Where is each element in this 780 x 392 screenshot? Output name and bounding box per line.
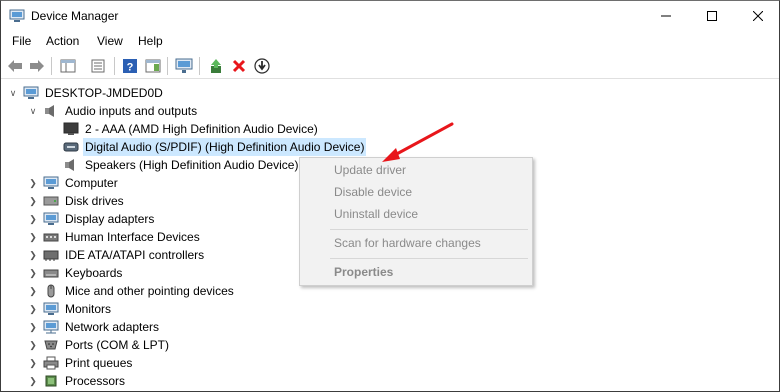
audio-device-label: 2 - AAA (AMD High Definition Audio Devic… — [85, 122, 318, 136]
expand-chevron-icon[interactable]: ❯ — [27, 228, 39, 246]
expand-chevron-icon[interactable]: ❯ — [27, 174, 39, 192]
monitor-icon[interactable] — [175, 57, 193, 75]
collapse-chevron-icon[interactable]: ∨ — [7, 84, 19, 102]
expand-chevron-icon[interactable]: ❯ — [27, 336, 39, 354]
category-label: Computer — [65, 176, 118, 190]
help-icon[interactable]: ? — [121, 57, 139, 75]
mouse-icon — [43, 284, 59, 298]
category-row[interactable]: ❯ Human Interface Devices — [27, 228, 202, 246]
context-menu: Update driver Disable device Uninstall d… — [299, 157, 533, 286]
human-interface-device-icon — [43, 230, 59, 244]
uninstall-device-menu-item[interactable]: Uninstall device — [334, 207, 418, 221]
forward-icon[interactable] — [28, 57, 46, 75]
network-adapter-icon — [43, 320, 59, 334]
tree-root-row[interactable]: ∨ DESKTOP-JMDED0D — [7, 84, 165, 102]
collapse-chevron-icon[interactable]: ∨ — [27, 102, 39, 120]
speaker-icon — [63, 158, 79, 172]
audio-device-row-selected[interactable]: Digital Audio (S/PDIF) (High Definition … — [63, 138, 367, 156]
keyboard-icon — [43, 266, 59, 280]
category-row[interactable]: ❯ Computer — [27, 174, 120, 192]
printer-icon — [43, 356, 59, 370]
ide-controller-icon — [43, 248, 59, 262]
category-label: Display adapters — [65, 212, 155, 226]
category-label: Disk drives — [65, 194, 124, 208]
menu-bar: File Action View Help — [1, 31, 779, 53]
category-row[interactable]: ❯ IDE ATA/ATAPI controllers — [27, 246, 206, 264]
show-hide-console-tree-icon[interactable] — [59, 57, 77, 75]
expand-chevron-icon[interactable]: ❯ — [27, 354, 39, 372]
svg-text:?: ? — [127, 62, 134, 74]
expand-chevron-icon[interactable]: ❯ — [27, 318, 39, 336]
category-row[interactable]: ❯ Monitors — [27, 300, 113, 318]
download-arrow-icon[interactable] — [253, 57, 271, 75]
speaker-icon — [43, 104, 59, 118]
digital-audio-icon — [63, 140, 79, 154]
category-label: Ports (COM & LPT) — [65, 338, 170, 352]
audio-device-row[interactable]: 2 - AAA (AMD High Definition Audio Devic… — [63, 120, 320, 138]
expand-chevron-icon[interactable]: ❯ — [27, 192, 39, 210]
menu-view[interactable]: View — [97, 34, 123, 48]
audio-device-label: Digital Audio (S/PDIF) (High Definition … — [83, 138, 367, 156]
expand-chevron-icon[interactable]: ❯ — [27, 210, 39, 228]
audio-device-label: Speakers (High Definition Audio Device) — [85, 158, 299, 172]
category-label: Human Interface Devices — [65, 230, 200, 244]
minimize-button[interactable] — [643, 1, 689, 31]
expand-chevron-icon[interactable]: ❯ — [27, 300, 39, 318]
category-row[interactable]: ❯ Network adapters — [27, 318, 161, 336]
uninstall-device-icon[interactable] — [230, 57, 248, 75]
expand-chevron-icon[interactable]: ❯ — [27, 264, 39, 282]
window-title: Device Manager — [31, 9, 119, 23]
category-label: IDE ATA/ATAPI controllers — [65, 248, 205, 262]
back-icon[interactable] — [6, 57, 24, 75]
properties-icon[interactable] — [89, 57, 107, 75]
computer-icon — [23, 86, 39, 100]
menu-help[interactable]: Help — [138, 34, 163, 48]
category-label: Processors — [65, 374, 126, 388]
update-driver-icon[interactable] — [207, 57, 225, 75]
monitor-device-icon — [63, 122, 79, 136]
menu-separator — [330, 229, 528, 230]
category-row[interactable]: ❯ Display adapters — [27, 210, 156, 228]
toolbar: ? — [1, 53, 779, 79]
category-row[interactable]: ❯ Mice and other pointing devices — [27, 282, 236, 300]
device-manager-window: Device Manager File Action View Help ? ∨… — [0, 0, 780, 392]
disable-device-menu-item[interactable]: Disable device — [334, 185, 412, 199]
category-label: Keyboards — [65, 266, 123, 280]
properties-menu-item[interactable]: Properties — [334, 265, 393, 279]
category-label: Mice and other pointing devices — [65, 284, 234, 298]
expand-chevron-icon[interactable]: ❯ — [27, 246, 39, 264]
update-driver-menu-item[interactable]: Update driver — [334, 163, 406, 177]
display-adapter-icon — [43, 212, 59, 226]
title-bar[interactable]: Device Manager — [1, 1, 779, 31]
monitor-icon — [43, 302, 59, 316]
category-label: Print queues — [65, 356, 133, 370]
disk-drive-icon — [43, 194, 59, 208]
audio-group-row[interactable]: ∨ Audio inputs and outputs — [27, 102, 199, 120]
maximize-button[interactable] — [689, 1, 735, 31]
audio-group-label: Audio inputs and outputs — [65, 104, 198, 118]
expand-chevron-icon[interactable]: ❯ — [27, 372, 39, 390]
menu-file[interactable]: File — [12, 34, 31, 48]
category-row[interactable]: ❯ Keyboards — [27, 264, 124, 282]
action-pane-icon[interactable] — [144, 57, 162, 75]
menu-separator — [330, 258, 528, 259]
category-row[interactable]: ❯ Print queues — [27, 354, 134, 372]
device-manager-icon — [9, 9, 25, 23]
audio-device-row[interactable]: Speakers (High Definition Audio Device) — [63, 156, 300, 174]
category-label: Monitors — [65, 302, 112, 316]
scan-hardware-menu-item[interactable]: Scan for hardware changes — [334, 236, 481, 250]
close-button[interactable] — [735, 1, 780, 31]
expand-chevron-icon[interactable]: ❯ — [27, 282, 39, 300]
computer-icon — [43, 176, 59, 190]
computer-name: DESKTOP-JMDED0D — [45, 86, 163, 100]
port-icon — [43, 338, 59, 352]
category-row[interactable]: ❯ Processors — [27, 372, 127, 390]
category-row[interactable]: ❯ Disk drives — [27, 192, 126, 210]
category-label: Network adapters — [65, 320, 160, 334]
category-row[interactable]: ❯ Ports (COM & LPT) — [27, 336, 171, 354]
menu-action[interactable]: Action — [46, 34, 79, 48]
processor-icon — [43, 374, 59, 388]
